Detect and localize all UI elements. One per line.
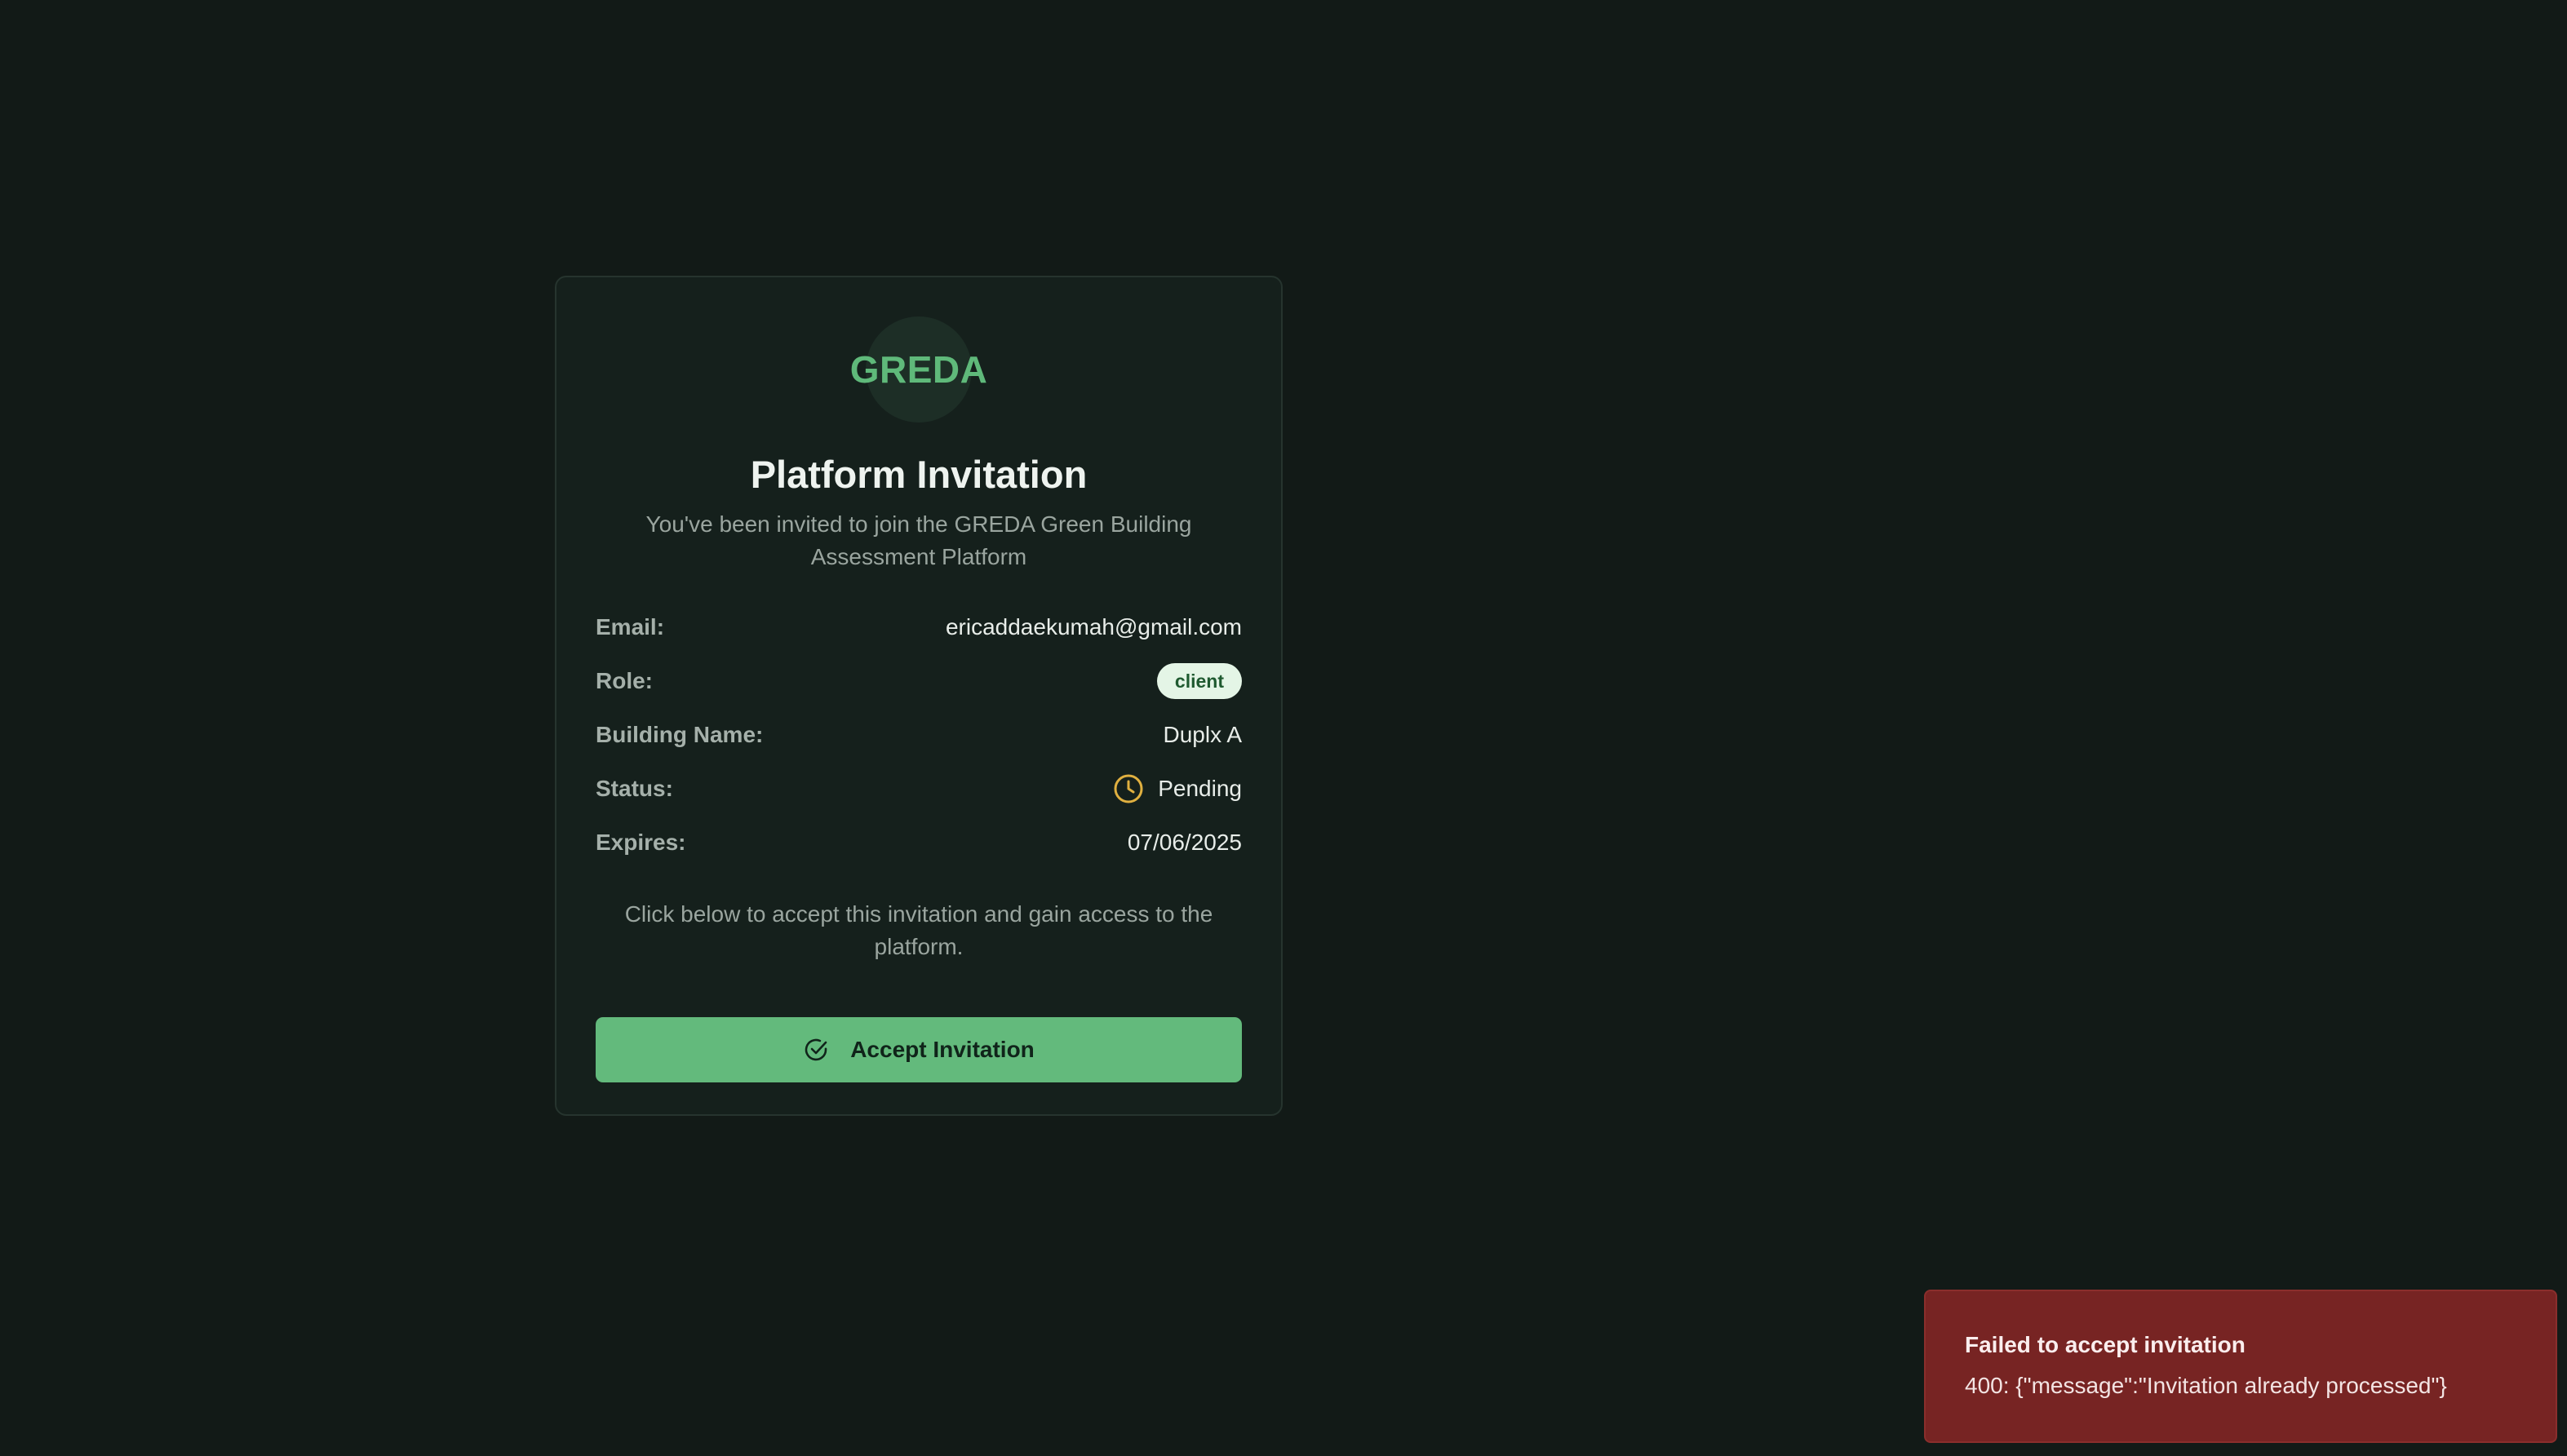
status-row: Status: Pending	[596, 771, 1242, 807]
invitation-subtitle: You've been invited to join the GREDA Gr…	[645, 511, 1192, 569]
expires-row: Expires: 07/06/2025	[596, 825, 1242, 861]
toast-title: Failed to accept invitation	[1965, 1332, 2246, 1357]
status-label: Status:	[596, 776, 673, 801]
invitation-details: Email: ericaddaekumah@gmail.com Role: cl…	[596, 609, 1242, 861]
email-row: Email: ericaddaekumah@gmail.com	[596, 609, 1242, 645]
invitation-card: GREDA Platform Invitation You've been in…	[555, 276, 1283, 1116]
clock-icon	[1112, 772, 1145, 805]
status-badge: Pending	[1112, 772, 1242, 805]
logo: GREDA	[850, 316, 987, 423]
accept-note: Click below to accept this invitation an…	[624, 901, 1213, 959]
building-label: Building Name:	[596, 722, 764, 747]
page-title: Platform Invitation	[750, 453, 1088, 496]
email-value: ericaddaekumah@gmail.com	[945, 614, 1242, 639]
status-value: Pending	[1158, 776, 1242, 801]
accept-invitation-button[interactable]: Accept Invitation	[596, 1017, 1242, 1082]
email-label: Email:	[596, 614, 665, 639]
role-row: Role: client	[596, 663, 1242, 699]
expires-value: 07/06/2025	[1127, 830, 1242, 855]
role-badge: client	[1156, 663, 1242, 699]
check-circle-icon	[803, 1037, 829, 1063]
logo-text: GREDA	[849, 348, 988, 391]
accept-button-label: Accept Invitation	[850, 1037, 1035, 1062]
toast-message: 400: {"message":"Invitation already proc…	[1965, 1373, 2447, 1398]
page: GREDA Platform Invitation You've been in…	[0, 0, 2567, 1456]
role-label: Role:	[596, 668, 653, 693]
error-toast[interactable]: Failed to accept invitation 400: {"messa…	[1924, 1290, 2557, 1443]
expires-label: Expires:	[596, 830, 686, 855]
building-row: Building Name: Duplx A	[596, 717, 1242, 753]
building-value: Duplx A	[1163, 722, 1243, 747]
